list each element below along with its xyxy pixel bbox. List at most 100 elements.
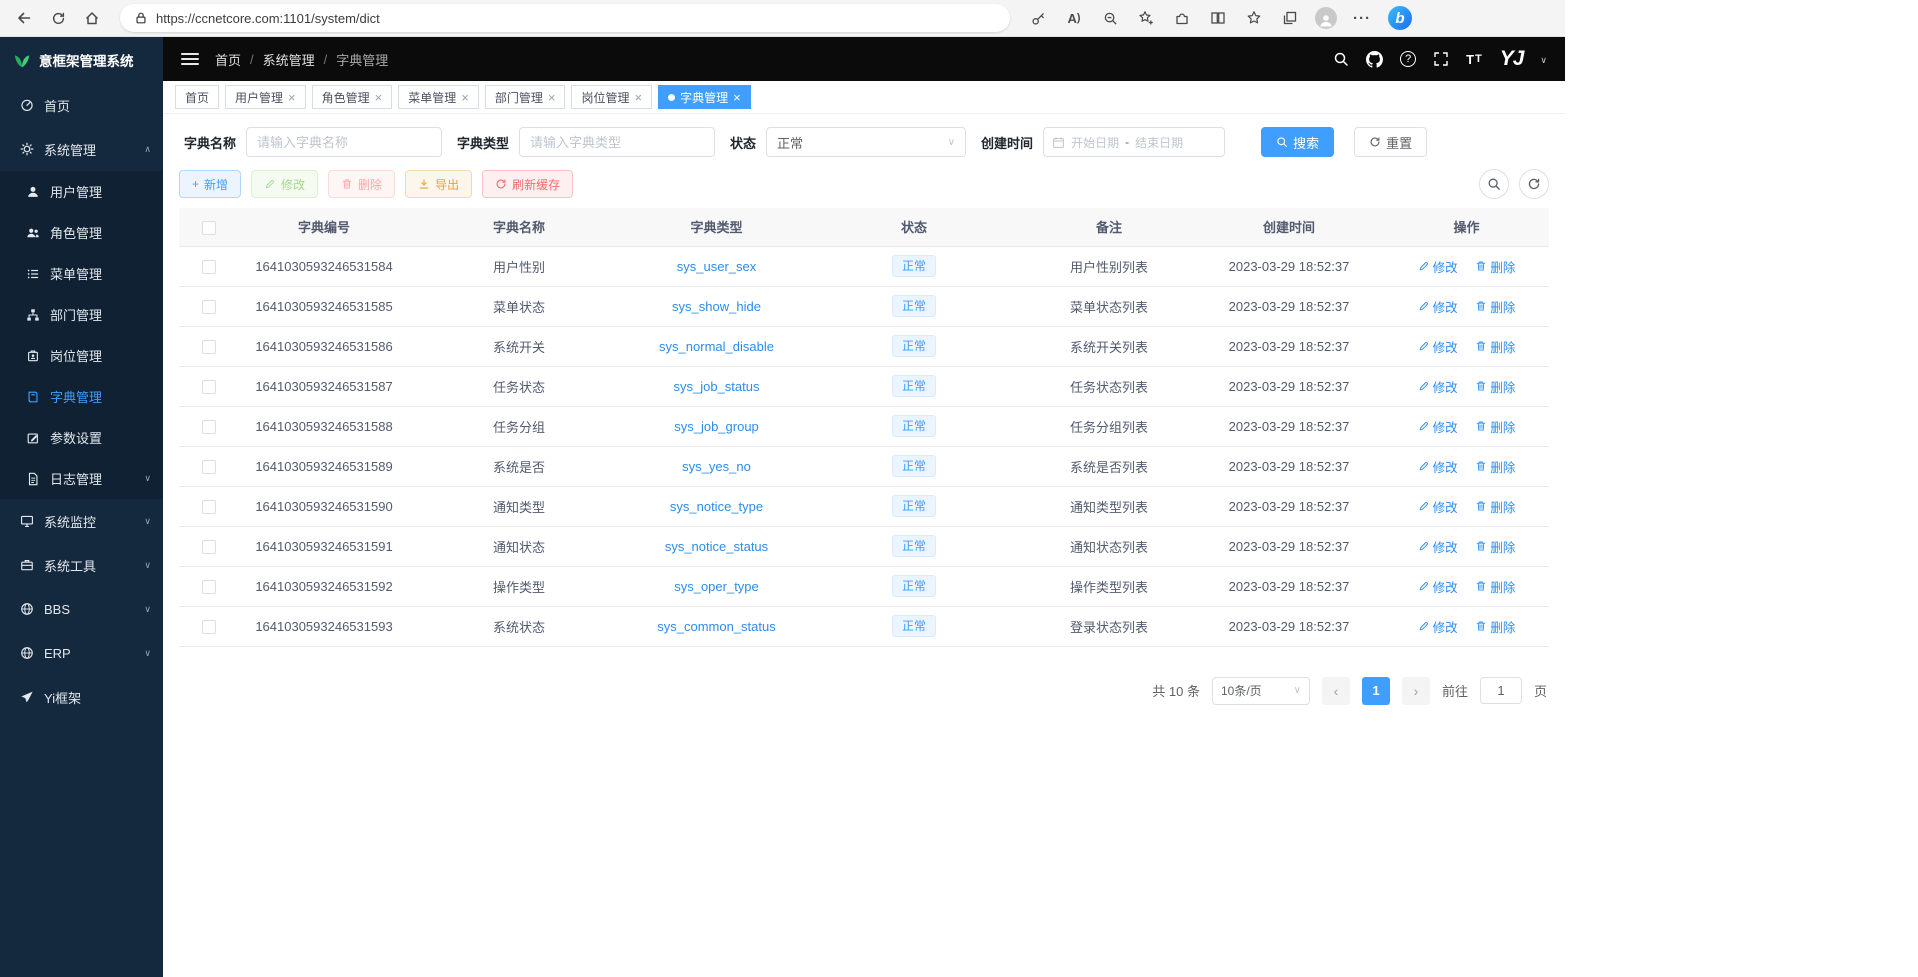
password-key-button[interactable] <box>1022 3 1054 33</box>
dict-type-link[interactable]: sys_notice_status <box>665 539 768 554</box>
address-bar[interactable]: https://ccnetcore.com:1101/system/dict <box>120 4 1010 32</box>
row-delete-button[interactable]: 删除 <box>1475 617 1515 636</box>
row-edit-button[interactable]: 修改 <box>1418 337 1458 356</box>
row-edit-button[interactable]: 修改 <box>1418 617 1458 636</box>
add-button[interactable]: + 新增 <box>179 170 241 198</box>
row-checkbox[interactable] <box>202 260 216 274</box>
extensions-button[interactable] <box>1166 3 1198 33</box>
row-edit-button[interactable]: 修改 <box>1418 377 1458 396</box>
tab-dict-mgmt[interactable]: 字典管理 <box>658 85 751 109</box>
help-button[interactable]: ? <box>1400 51 1416 67</box>
dict-type-link[interactable]: sys_job_group <box>674 419 759 434</box>
refresh-cache-button[interactable]: 刷新缓存 <box>482 170 573 198</box>
row-checkbox[interactable] <box>202 580 216 594</box>
row-checkbox[interactable] <box>202 460 216 474</box>
dict-type-link[interactable]: sys_job_status <box>674 379 760 394</box>
dict-type-link[interactable]: sys_show_hide <box>672 299 761 314</box>
dict-type-link[interactable]: sys_notice_type <box>670 499 763 514</box>
close-icon[interactable] <box>375 90 383 105</box>
row-checkbox[interactable] <box>202 540 216 554</box>
dict-type-link[interactable]: sys_yes_no <box>682 459 751 474</box>
collections-button[interactable] <box>1274 3 1306 33</box>
dict-type-link[interactable]: sys_oper_type <box>674 579 759 594</box>
reset-button[interactable]: 重置 <box>1354 127 1427 157</box>
browser-back-button[interactable] <box>8 3 40 33</box>
sidebar-item-post-mgmt[interactable]: 岗位管理 <box>0 335 163 376</box>
dict-type-link[interactable]: sys_normal_disable <box>659 339 774 354</box>
row-delete-button[interactable]: 删除 <box>1475 257 1515 276</box>
table-search-toggle-button[interactable] <box>1479 169 1509 199</box>
edit-button[interactable]: 修改 <box>251 170 318 198</box>
row-delete-button[interactable]: 删除 <box>1475 377 1515 396</box>
header-search-button[interactable] <box>1333 51 1349 67</box>
tab-user-mgmt[interactable]: 用户管理 <box>225 85 306 109</box>
row-edit-button[interactable]: 修改 <box>1418 297 1458 316</box>
prev-page-button[interactable] <box>1322 677 1350 705</box>
add-favorite-button[interactable] <box>1130 3 1162 33</box>
sidebar-item-menu-mgmt[interactable]: 菜单管理 <box>0 253 163 294</box>
sidebar-item-yi-framework[interactable]: Yi框架 <box>0 675 163 719</box>
breadcrumb-item[interactable]: 首页 <box>215 50 241 69</box>
close-icon[interactable] <box>733 90 741 105</box>
row-checkbox[interactable] <box>202 620 216 634</box>
row-edit-button[interactable]: 修改 <box>1418 577 1458 596</box>
row-delete-button[interactable]: 删除 <box>1475 297 1515 316</box>
row-delete-button[interactable]: 删除 <box>1475 337 1515 356</box>
row-checkbox[interactable] <box>202 500 216 514</box>
sidebar-item-system-mgmt[interactable]: 系统管理 <box>0 127 163 171</box>
row-checkbox[interactable] <box>202 340 216 354</box>
search-button[interactable]: 搜索 <box>1261 127 1334 157</box>
sidebar-item-dept-mgmt[interactable]: 部门管理 <box>0 294 163 335</box>
copilot-bing-icon[interactable]: b <box>1388 6 1412 30</box>
tab-role-mgmt[interactable]: 角色管理 <box>312 85 393 109</box>
close-icon[interactable] <box>288 90 296 105</box>
sidebar-item-role-mgmt[interactable]: 角色管理 <box>0 212 163 253</box>
row-edit-button[interactable]: 修改 <box>1418 537 1458 556</box>
close-icon[interactable] <box>634 90 642 105</box>
select-all-checkbox[interactable] <box>202 221 216 235</box>
row-checkbox[interactable] <box>202 380 216 394</box>
date-range-picker[interactable]: 开始日期 - 结束日期 <box>1043 127 1225 157</box>
fullscreen-button[interactable] <box>1433 51 1449 67</box>
tab-home[interactable]: 首页 <box>175 85 219 109</box>
browser-refresh-button[interactable] <box>42 3 74 33</box>
browser-home-button[interactable] <box>76 3 108 33</box>
favorites-button[interactable] <box>1238 3 1270 33</box>
row-edit-button[interactable]: 修改 <box>1418 257 1458 276</box>
user-logo[interactable]: YJ <box>1500 47 1524 71</box>
dict-type-input[interactable] <box>519 127 715 157</box>
export-button[interactable]: 导出 <box>405 170 472 198</box>
row-edit-button[interactable]: 修改 <box>1418 457 1458 476</box>
tab-menu-mgmt[interactable]: 菜单管理 <box>398 85 479 109</box>
sidebar-item-log-mgmt[interactable]: 日志管理 <box>0 458 163 499</box>
font-size-button[interactable]: TT <box>1466 52 1483 67</box>
next-page-button[interactable] <box>1402 677 1430 705</box>
read-aloud-button[interactable]: A) <box>1058 3 1090 33</box>
tab-dept-mgmt[interactable]: 部门管理 <box>485 85 566 109</box>
table-refresh-button[interactable] <box>1519 169 1549 199</box>
sidebar-item-system-tools[interactable]: 系统工具 <box>0 543 163 587</box>
close-icon[interactable] <box>548 90 556 105</box>
sidebar-item-home[interactable]: 首页 <box>0 83 163 127</box>
row-checkbox[interactable] <box>202 300 216 314</box>
sidebar-item-user-mgmt[interactable]: 用户管理 <box>0 171 163 212</box>
github-button[interactable] <box>1366 51 1383 68</box>
current-page-button[interactable]: 1 <box>1362 677 1390 705</box>
row-delete-button[interactable]: 删除 <box>1475 497 1515 516</box>
delete-button[interactable]: 删除 <box>328 170 395 198</box>
sidebar-item-param-settings[interactable]: 参数设置 <box>0 417 163 458</box>
split-screen-button[interactable] <box>1202 3 1234 33</box>
row-delete-button[interactable]: 删除 <box>1475 577 1515 596</box>
row-checkbox[interactable] <box>202 420 216 434</box>
row-edit-button[interactable]: 修改 <box>1418 417 1458 436</box>
row-delete-button[interactable]: 删除 <box>1475 457 1515 476</box>
goto-page-input[interactable] <box>1480 677 1522 704</box>
status-select[interactable]: 正常 <box>766 127 966 157</box>
browser-menu-button[interactable]: ··· <box>1346 3 1378 33</box>
sidebar-item-bbs[interactable]: BBS <box>0 587 163 631</box>
row-edit-button[interactable]: 修改 <box>1418 497 1458 516</box>
sidebar-item-dict-mgmt[interactable]: 字典管理 <box>0 376 163 417</box>
page-size-select[interactable]: 10条/页 <box>1212 677 1310 705</box>
row-delete-button[interactable]: 删除 <box>1475 417 1515 436</box>
tab-post-mgmt[interactable]: 岗位管理 <box>571 85 652 109</box>
